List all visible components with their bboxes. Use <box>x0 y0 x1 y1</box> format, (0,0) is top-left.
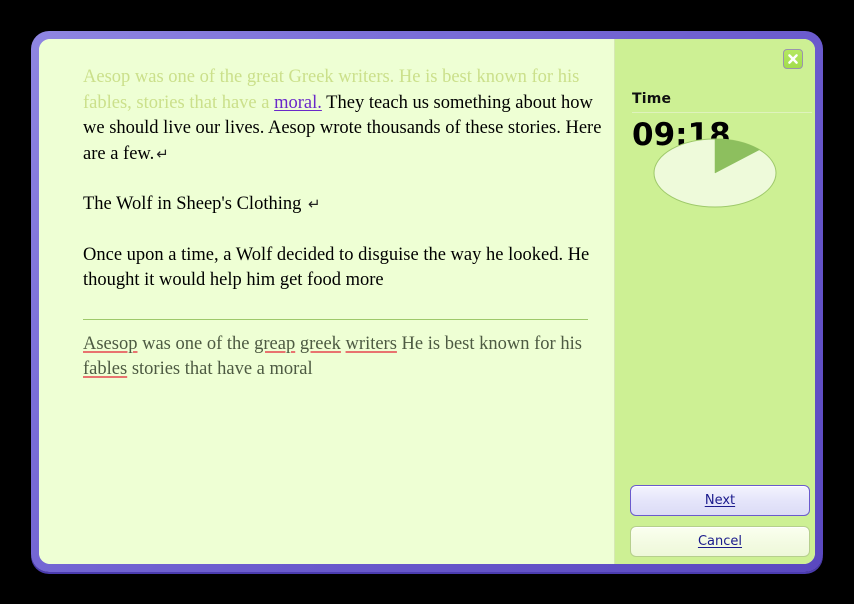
cancel-button-label: Cancel <box>698 534 742 549</box>
source-text-block: Aesop was one of the great Greek writers… <box>39 65 614 294</box>
paragraph-3: Once upon a time, a Wolf decided to disg… <box>83 243 604 294</box>
misspelled-word: greap <box>254 333 296 354</box>
paragraph-2: The Wolf in Sheep's Clothing ↵ <box>83 192 604 218</box>
cancel-button[interactable]: Cancel <box>630 526 810 557</box>
misspelled-word: Asesop <box>83 333 138 354</box>
typed-text-run: was one of the <box>137 333 255 354</box>
typed-text-run: stories that have a moral <box>127 359 313 379</box>
sidebar: Time 09:18 Next Cancel <box>615 39 815 564</box>
paragraph-2-text: The Wolf in Sheep's Clothing <box>83 194 306 214</box>
document-pane[interactable]: Aesop was one of the great Greek writers… <box>39 39 615 564</box>
document-divider <box>83 318 588 320</box>
next-rest: ext <box>714 493 736 508</box>
time-divider <box>632 112 812 113</box>
misspelled-word: writers <box>345 333 397 354</box>
next-button-label: Next <box>705 493 735 508</box>
time-pie-chart <box>653 138 777 208</box>
cancel-rest: ancel <box>707 534 743 549</box>
paragraph-1: Aesop was one of the great Greek writers… <box>83 65 604 167</box>
close-icon <box>788 54 798 64</box>
window-content: Aesop was one of the great Greek writers… <box>39 39 815 564</box>
next-button[interactable]: Next <box>630 485 810 516</box>
next-accelerator: N <box>704 493 715 508</box>
paragraph-2-return-mark: ↵ <box>307 195 321 213</box>
paragraph-3-text: Once upon a time, a Wolf decided to disg… <box>83 244 590 291</box>
typed-text-run: He is best known for his <box>396 333 582 354</box>
typed-answer-field[interactable]: Asesop was one of the greap greek writer… <box>39 332 614 383</box>
time-label: Time <box>632 91 672 107</box>
misspelled-word: greek <box>299 333 341 354</box>
moral-link[interactable]: moral. <box>274 93 322 113</box>
lesson-window: Aesop was one of the great Greek writers… <box>31 31 823 572</box>
misspelled-word: fables <box>83 359 128 379</box>
cancel-accelerator: C <box>697 534 708 549</box>
paragraph-1-return-mark: ↵ <box>156 144 169 163</box>
close-button[interactable] <box>783 49 803 69</box>
